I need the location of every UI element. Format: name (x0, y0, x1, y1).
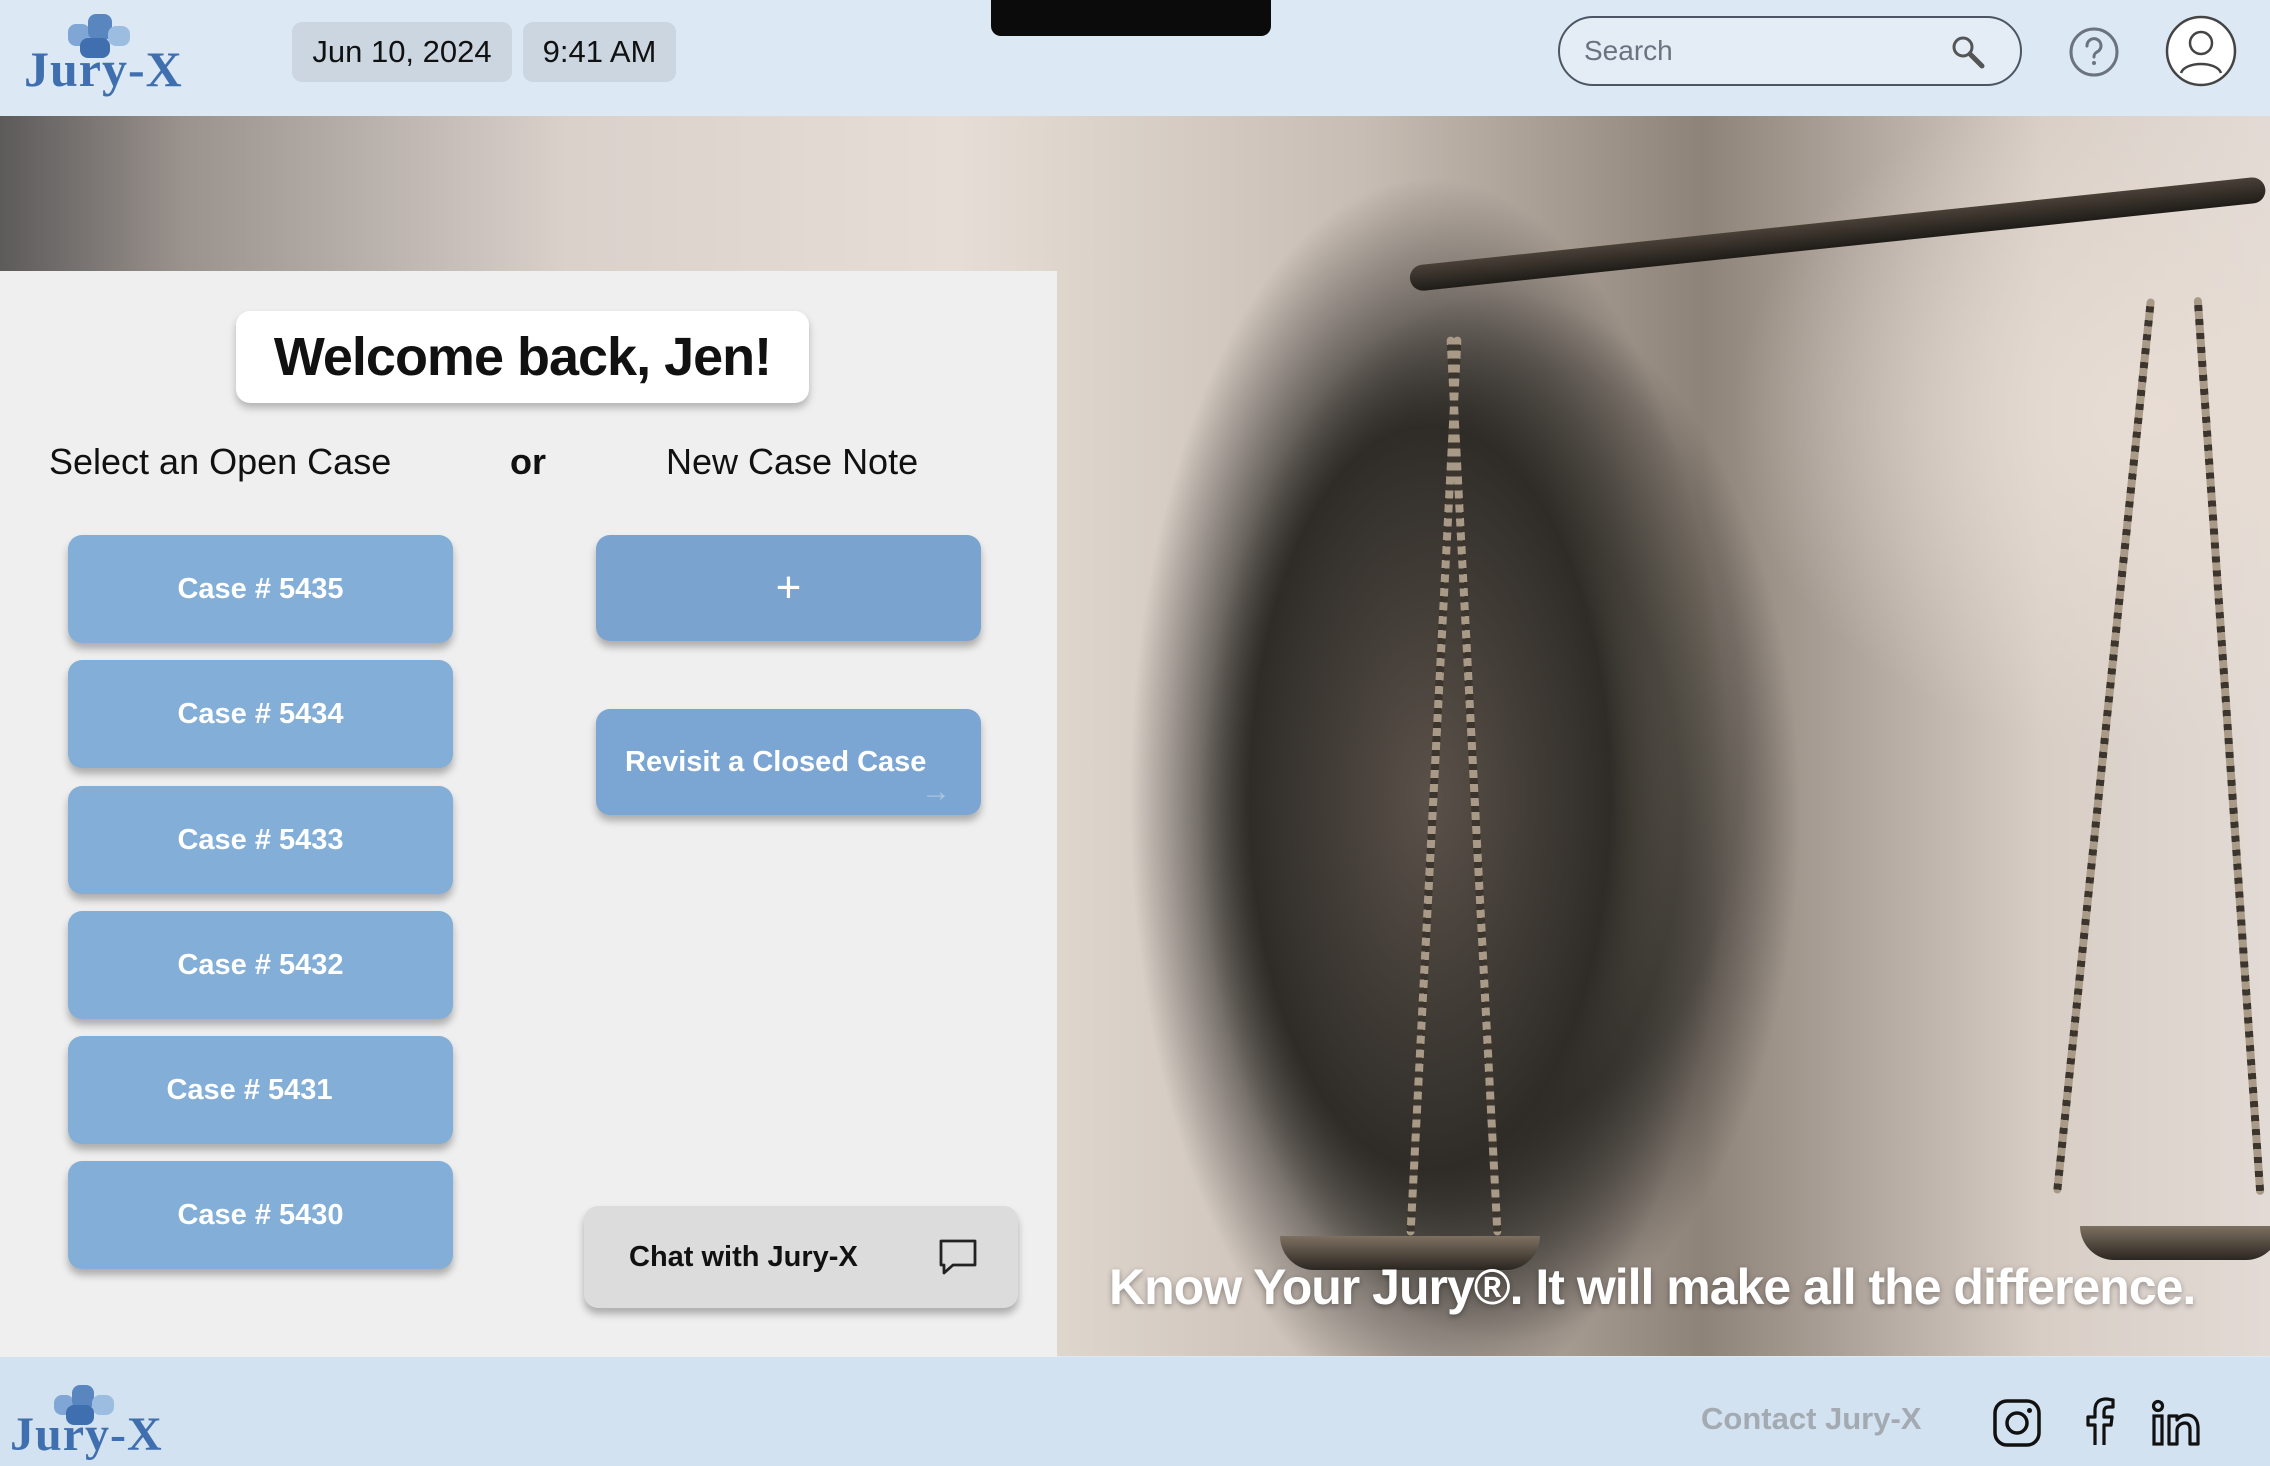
chat-bubble-icon (939, 1239, 977, 1275)
linkedin-icon[interactable] (2150, 1397, 2202, 1449)
logo-wordmark: Jury-X (24, 41, 183, 97)
case-button-5432[interactable]: Case # 5432 (68, 911, 453, 1019)
user-avatar-icon[interactable] (2164, 14, 2238, 88)
top-bar: Jury-X Jun 10, 2024 9:41 AM (0, 0, 2270, 116)
case-button-5433[interactable]: Case # 5433 (68, 786, 453, 894)
search-icon[interactable] (1950, 34, 1986, 70)
instagram-icon[interactable] (1991, 1397, 2043, 1449)
hero-tagline: Know Your Jury®. It will make all the di… (1109, 1259, 2196, 1315)
footer-jury-x-logo[interactable]: Jury-X (10, 1385, 163, 1465)
new-case-note-button[interactable]: + (596, 535, 981, 641)
contact-link[interactable]: Contact Jury-X (1701, 1401, 1921, 1437)
chat-with-jury-x-button[interactable]: Chat with Jury-X (584, 1206, 1018, 1308)
search-input[interactable] (1582, 30, 1942, 72)
case-button-5434[interactable]: Case # 5434 (68, 660, 453, 768)
new-case-note-heading: New Case Note (666, 441, 919, 482)
jury-x-logo[interactable]: Jury-X (24, 14, 182, 97)
plus-icon: + (775, 563, 802, 612)
case-selection-panel: Welcome back, Jen! Select an Open Case o… (0, 271, 1057, 1357)
statue-figure (1130, 116, 1730, 1356)
date-display: Jun 10, 2024 (292, 22, 512, 82)
search-bar[interactable] (1558, 16, 2022, 86)
camera-notch (991, 0, 1271, 36)
help-icon[interactable] (2068, 26, 2120, 78)
arrow-right-icon: → (921, 775, 951, 808)
revisit-closed-case-label: Revisit a Closed Case (625, 745, 927, 778)
or-separator: or (510, 441, 546, 482)
chat-label: Chat with Jury-X (629, 1240, 858, 1273)
scale-pan (2080, 1226, 2270, 1260)
facebook-icon[interactable] (2074, 1397, 2126, 1449)
revisit-closed-case-button[interactable]: Revisit a Closed Case → (596, 709, 981, 815)
welcome-title: Welcome back, Jen! (236, 311, 809, 403)
time-display: 9:41 AM (523, 22, 676, 82)
footer-logo-wordmark: Jury-X (10, 1408, 163, 1461)
case-button-5435[interactable]: Case # 5435 (68, 535, 453, 643)
select-open-case-heading: Select an Open Case (49, 441, 392, 482)
footer: Jury-X Contact Jury-X (0, 1357, 2270, 1466)
scale-chain (2193, 296, 2265, 1196)
case-button-5431[interactable]: Case # 5431 (68, 1036, 453, 1144)
case-button-5430[interactable]: Case # 5430 (68, 1161, 453, 1269)
scale-chain (2052, 298, 2156, 1194)
